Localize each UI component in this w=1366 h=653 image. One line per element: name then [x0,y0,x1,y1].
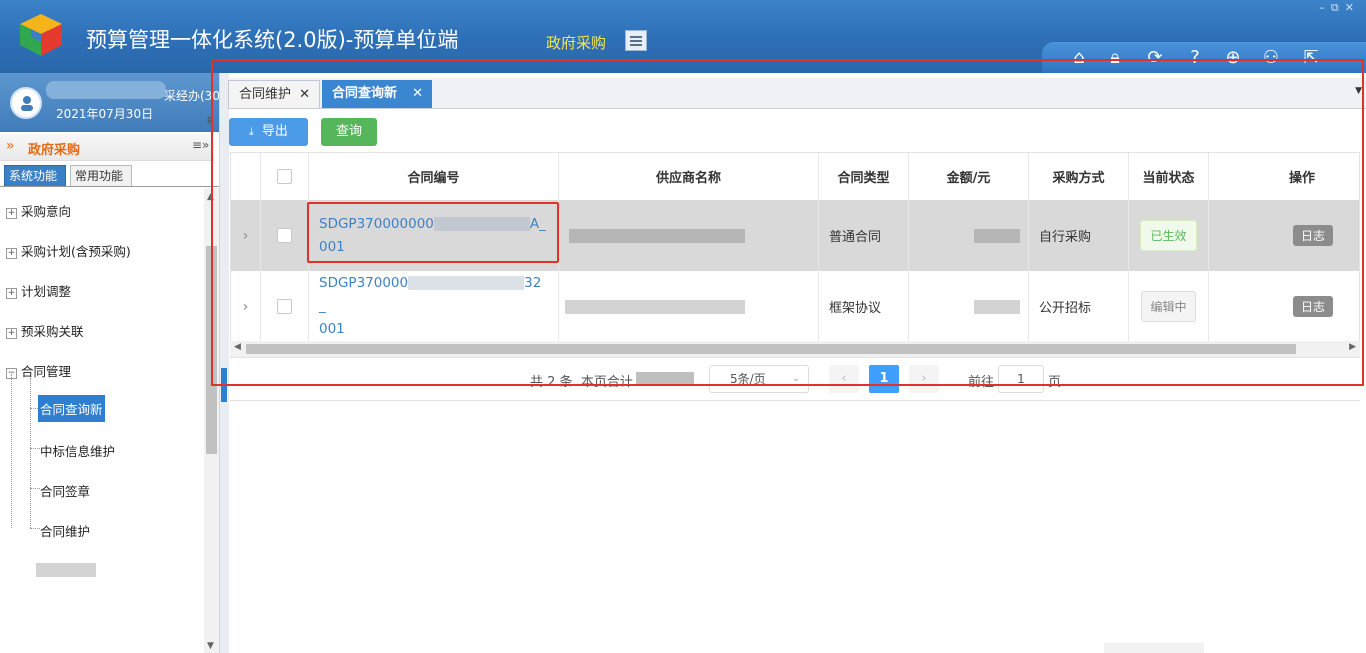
expand-icon[interactable]: + [6,328,17,339]
chevron-down-icon[interactable]: ▼ [207,641,214,651]
collapse-menu-icon[interactable]: ≡» [192,138,209,152]
tree-connector [30,378,31,528]
tree-item-contract-sign[interactable]: 合同签章 [40,481,90,500]
user-icon [21,96,33,111]
tree-connector [30,528,40,529]
expand-icon[interactable]: + [6,288,17,299]
tree-node-pre-purchase-link[interactable]: + 预采购关联 [6,321,84,340]
tree-node-purchase-plan[interactable]: + 采购计划(含预采购) [6,241,131,260]
tree-connector [30,448,40,449]
user-name-redacted [46,81,166,99]
tree-item-contract-maintain[interactable]: 合同维护 [40,521,90,540]
window-controls[interactable]: –⧉✕ [1319,1,1360,15]
divider [230,400,1360,401]
tree-item-bid-info-maintain[interactable]: 中标信息维护 [40,441,115,460]
user-card: 采经办(300 2021年07月30日 [0,73,222,132]
app-logo [20,14,62,56]
module-menu-icon[interactable] [625,30,647,51]
tree-node-contract-management[interactable]: − 合同管理 [6,361,71,380]
nav-tree: + 采购意向 + 采购计划(含预采购) + 计划调整 + 预采购关联 − 合同管理 合同查… [0,188,204,653]
annotation-box [307,202,559,263]
tree-node-plan-adjust[interactable]: + 计划调整 [6,281,71,300]
expand-icon[interactable]: + [6,208,17,219]
expand-icon[interactable]: + [6,248,17,259]
nav-module-header[interactable]: » 政府采购 ≡» [0,134,214,161]
chevron-right-icon: » [6,138,15,154]
module-label[interactable]: 政府采购 [546,32,606,53]
tab-system-functions[interactable]: 系统功能 [4,165,66,187]
redacted-item [36,563,96,577]
tree-node-purchase-intent[interactable]: + 采购意向 [6,201,71,220]
avatar [10,87,42,119]
tree-item-contract-query-new[interactable]: 合同查询新 [38,395,105,422]
app-title: 预算管理一体化系统(2.0版)-预算单位端 [86,28,459,52]
tab-common-functions[interactable]: 常用功能 [70,165,132,187]
tree-connector [30,488,40,489]
divider [0,186,222,187]
watermark [1104,643,1204,653]
login-date: 2021年07月30日 [56,107,154,121]
tree-connector [11,374,12,528]
nav-module-title: 政府采购 [28,143,81,158]
